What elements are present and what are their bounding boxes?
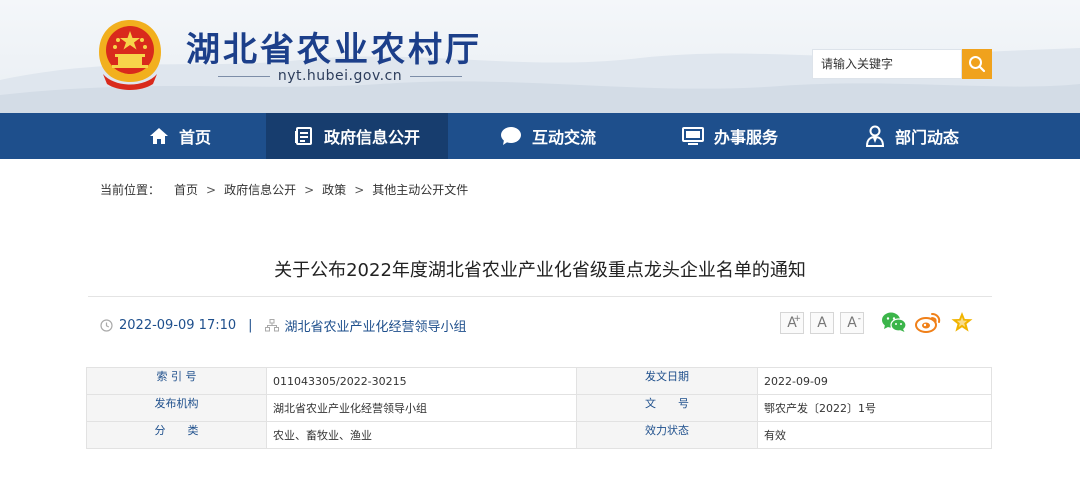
font-reset-button[interactable]: A bbox=[810, 312, 834, 334]
font-reset-label: A bbox=[817, 315, 827, 331]
main-nav: 首页 政府信息公开 互动交流 办事服务 部门动态 bbox=[0, 113, 1080, 159]
breadcrumb-separator: > bbox=[354, 182, 365, 197]
nav-item-gov-info[interactable]: 政府信息公开 bbox=[266, 113, 448, 159]
site-header: 湖北省农业农村厅 nyt.hubei.gov.cn bbox=[0, 0, 1080, 113]
person-icon bbox=[865, 125, 884, 147]
nav-label: 部门动态 bbox=[894, 128, 959, 147]
info-value: 农业、畜牧业、渔业 bbox=[266, 421, 577, 449]
search-input[interactable] bbox=[812, 49, 962, 79]
organization-icon bbox=[264, 318, 279, 331]
meta-separator: | bbox=[248, 317, 253, 333]
nav-item-interaction[interactable]: 互动交流 bbox=[468, 113, 628, 159]
font-larger-mark: + bbox=[793, 314, 801, 324]
breadcrumb-link-home[interactable]: 首页 bbox=[174, 181, 198, 198]
favorite-star-icon[interactable] bbox=[950, 311, 974, 333]
info-key-text: 索 引 号 bbox=[156, 370, 197, 383]
domain-rule-right bbox=[410, 75, 463, 77]
nav-label: 互动交流 bbox=[531, 128, 596, 147]
monitor-icon bbox=[681, 127, 704, 145]
font-smaller-mark: - bbox=[857, 314, 861, 324]
breadcrumb-prefix: 当前位置： bbox=[100, 183, 161, 197]
nav-item-home[interactable]: 首页 bbox=[100, 113, 260, 159]
weibo-icon[interactable] bbox=[915, 311, 941, 333]
article-title: 关于公布2022年度湖北省农业产业化省级重点龙头企业名单的通知 bbox=[274, 260, 806, 281]
site-domain: nyt.hubei.gov.cn bbox=[218, 66, 463, 86]
info-key: 分 类 bbox=[86, 421, 267, 449]
clock-icon bbox=[100, 318, 113, 332]
info-key: 发布机构 bbox=[86, 394, 267, 422]
domain-text: nyt.hubei.gov.cn bbox=[277, 68, 403, 84]
breadcrumb-link-other-files[interactable]: 其他主动公开文件 bbox=[372, 181, 468, 198]
breadcrumb-link-gov-info[interactable]: 政府信息公开 bbox=[224, 181, 296, 198]
info-key: 效力状态 bbox=[576, 421, 758, 449]
title-divider bbox=[88, 296, 992, 297]
nav-label: 首页 bbox=[178, 128, 211, 147]
search-button[interactable] bbox=[962, 49, 992, 79]
info-key: 索 引 号 bbox=[86, 367, 267, 395]
document-icon bbox=[294, 127, 312, 145]
font-smaller-button[interactable]: A- bbox=[840, 312, 864, 334]
article-source: 湖北省农业产业化经营领导小组 bbox=[284, 319, 467, 335]
table-row: 发布机构 湖北省农业产业化经营领导小组 文 号 鄂农产发〔2022〕1号 bbox=[86, 394, 992, 422]
font-larger-button[interactable]: A + bbox=[780, 312, 804, 334]
article-meta: 2022-09-09 17:10 | 湖北省农业产业化经营领导小组 bbox=[100, 316, 467, 335]
info-key-text: 效力状态 bbox=[645, 424, 689, 437]
info-value: 有效 bbox=[757, 421, 992, 449]
breadcrumb-link-policy[interactable]: 政策 bbox=[322, 181, 346, 198]
info-key-text: 发布机构 bbox=[154, 397, 199, 410]
wechat-icon[interactable] bbox=[881, 311, 907, 333]
info-value: 011043305/2022-30215 bbox=[266, 367, 577, 395]
search-icon bbox=[969, 56, 986, 73]
info-key-text: 文 号 bbox=[645, 397, 689, 410]
document-info-table: 索 引 号 011043305/2022-30215 发文日期 2022-09-… bbox=[86, 367, 992, 449]
nav-label: 政府信息公开 bbox=[323, 128, 420, 147]
font-smaller-label: A bbox=[847, 315, 857, 331]
table-row: 索 引 号 011043305/2022-30215 发文日期 2022-09-… bbox=[86, 367, 992, 395]
info-key-text: 分 类 bbox=[154, 424, 199, 437]
info-value: 鄂农产发〔2022〕1号 bbox=[757, 394, 992, 422]
chat-bubble-icon bbox=[500, 127, 521, 145]
info-value: 湖北省农业产业化经营领导小组 bbox=[266, 394, 577, 422]
table-row: 分 类 农业、畜牧业、渔业 效力状态 有效 bbox=[86, 421, 992, 449]
breadcrumb-separator: > bbox=[206, 182, 217, 197]
nav-item-services[interactable]: 办事服务 bbox=[650, 113, 810, 159]
national-emblem-icon bbox=[99, 20, 161, 90]
site-title: 湖北省农业农村厅 bbox=[186, 30, 482, 70]
home-icon bbox=[149, 128, 168, 144]
breadcrumb-separator: > bbox=[304, 182, 315, 197]
info-key: 发文日期 bbox=[576, 367, 758, 395]
info-key-text: 发文日期 bbox=[645, 370, 689, 383]
info-key: 文 号 bbox=[576, 394, 758, 422]
nav-item-department-news[interactable]: 部门动态 bbox=[832, 113, 992, 159]
info-value: 2022-09-09 bbox=[757, 367, 992, 395]
nav-label: 办事服务 bbox=[713, 128, 778, 147]
font-size-controls: A + A A- bbox=[780, 312, 864, 334]
breadcrumb: 当前位置： 首页 > 政府信息公开 > 政策 > 其他主动公开文件 bbox=[100, 181, 468, 198]
domain-rule-left bbox=[218, 75, 270, 77]
publish-datetime: 2022-09-09 17:10 bbox=[119, 317, 237, 333]
